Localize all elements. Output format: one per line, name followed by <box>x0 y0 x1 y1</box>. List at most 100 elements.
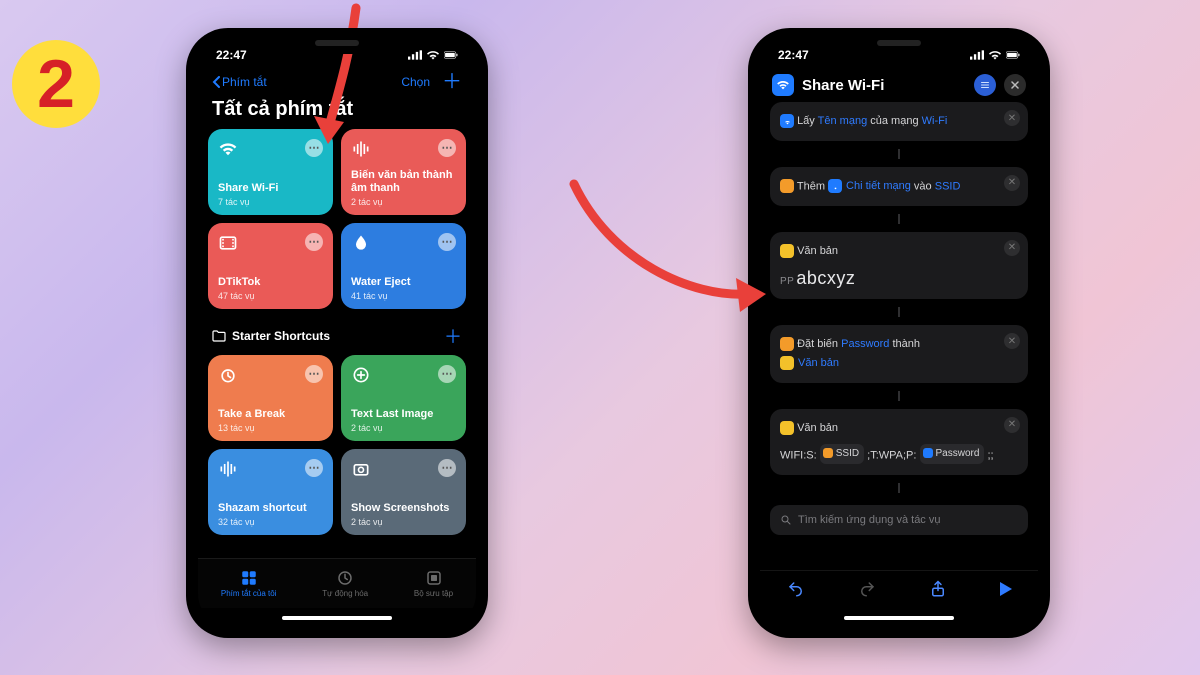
shortcut-dtiktok[interactable]: DTikTok 47 tác vụ <box>208 223 333 309</box>
tab-my-shortcuts[interactable]: Phím tắt của tôi <box>221 569 277 598</box>
remove-action-button[interactable]: ✕ <box>1004 110 1020 126</box>
tile-sub: 13 tác vụ <box>218 423 323 433</box>
tile-more-button[interactable] <box>438 365 456 383</box>
action-set-variable[interactable]: ✕ Đặt biến Password thành Văn bản <box>770 325 1028 383</box>
action-text-qrpayload[interactable]: ✕ Văn bản WIFI:S: SSID ;T:WPA;P: Passwor… <box>770 409 1028 475</box>
signal-icon <box>970 50 984 60</box>
tile-sub: 2 tác vụ <box>351 517 456 527</box>
connector <box>770 483 1028 493</box>
home-indicator[interactable] <box>282 616 392 620</box>
shortcut-tts[interactable]: Biến văn bản thành âm thanh 2 tác vụ <box>341 129 466 215</box>
add-to-folder-button[interactable]: ＋ <box>444 323 462 349</box>
redo-button[interactable] <box>858 580 876 598</box>
screen-left: 22:47 Phím tắt Chọn ＋ Tất cả phím tắt <box>198 40 476 626</box>
annotation-arrow-right <box>550 170 780 330</box>
variable-chip-icon <box>780 337 794 351</box>
select-button[interactable]: Chọn <box>401 75 430 89</box>
tile-sub: 32 tác vụ <box>218 517 323 527</box>
undo-button[interactable] <box>787 580 805 598</box>
editor-title: Share Wi-Fi <box>802 77 966 94</box>
remove-action-button[interactable]: ✕ <box>1004 417 1020 433</box>
tile-sub: 2 tác vụ <box>351 197 456 207</box>
timer-icon <box>218 365 238 390</box>
tile-more-button[interactable] <box>438 459 456 477</box>
token-password-var[interactable]: Password <box>841 338 889 350</box>
connector <box>770 149 1028 159</box>
action-get-network-name[interactable]: ✕ Lấy Tên mạng của mạng Wi-Fi <box>770 102 1028 141</box>
tile-sub: 41 tác vụ <box>351 291 456 301</box>
close-button[interactable] <box>1004 74 1026 96</box>
text-chip-icon <box>780 244 794 258</box>
search-icon <box>780 514 792 526</box>
home-indicator[interactable] <box>844 616 954 620</box>
phone-left: 22:47 Phím tắt Chọn ＋ Tất cả phím tắt <box>186 28 488 638</box>
token-text-ref[interactable]: Văn bản <box>780 354 839 373</box>
tile-more-button[interactable] <box>305 233 323 251</box>
gallery-icon <box>425 569 443 587</box>
tile-sub: 2 tác vụ <box>351 423 456 433</box>
tile-more-button[interactable] <box>305 139 323 157</box>
search-input[interactable]: Tìm kiếm ứng dụng và tác vụ <box>770 505 1028 535</box>
waveform-icon <box>351 139 371 164</box>
action-list: ✕ Lấy Tên mạng của mạng Wi-Fi ✕ Thêm Chi… <box>760 102 1038 499</box>
share-button[interactable] <box>929 580 947 598</box>
phone-notch <box>829 28 969 54</box>
action-text-password[interactable]: ✕ Văn bản PPabcxyz <box>770 232 1028 300</box>
shortcut-show-screenshots[interactable]: Show Screenshots 2 tác vụ <box>341 449 466 535</box>
signal-icon <box>408 50 422 60</box>
text-input[interactable]: PPabcxyz <box>780 268 1018 289</box>
grid-icon <box>240 569 258 587</box>
waveform-icon <box>218 459 238 484</box>
tab-gallery[interactable]: Bộ sưu tập <box>414 569 453 598</box>
connector <box>770 214 1028 224</box>
tab-automation[interactable]: Tự động hóa <box>322 569 368 598</box>
tab-bar: Phím tắt của tôi Tự động hóa Bộ sưu tập <box>198 558 476 608</box>
shortcut-share-wifi[interactable]: Share Wi-Fi 7 tác vụ <box>208 129 333 215</box>
shortcut-water-eject[interactable]: Water Eject 41 tác vụ <box>341 223 466 309</box>
add-shortcut-button[interactable]: ＋ <box>442 72 462 92</box>
connector <box>770 307 1028 317</box>
connector <box>770 391 1028 401</box>
wifi-icon <box>426 50 440 60</box>
token-network-detail[interactable]: Chi tiết mạng <box>828 177 911 196</box>
text-chip-icon <box>780 421 794 435</box>
shortcut-wifi-icon <box>772 74 794 96</box>
screen-right: 22:47 Share Wi-Fi ✕ Lấy Tên mạng của mạn… <box>760 40 1038 626</box>
back-button[interactable]: Phím tắt <box>212 75 267 89</box>
tile-more-button[interactable] <box>305 459 323 477</box>
pill-ssid[interactable]: SSID <box>820 444 864 464</box>
tile-name: Biến văn bản thành âm thanh <box>351 169 456 195</box>
pill-password[interactable]: Password <box>920 444 985 464</box>
remove-action-button[interactable]: ✕ <box>1004 240 1020 256</box>
token-network-name[interactable]: Tên mạng <box>818 115 868 127</box>
shortcut-text-last-image[interactable]: Text Last Image 2 tác vụ <box>341 355 466 441</box>
plus-circle-icon <box>351 365 371 390</box>
wifi-chip-icon <box>780 114 794 128</box>
tile-name: Show Screenshots <box>351 502 456 515</box>
tab-label: Tự động hóa <box>322 589 368 598</box>
settings-button[interactable] <box>974 74 996 96</box>
back-label: Phím tắt <box>222 75 267 89</box>
qr-payload-line[interactable]: WIFI:S: SSID ;T:WPA;P: Password ;; <box>780 444 1018 465</box>
tile-name: Take a Break <box>218 408 323 421</box>
shortcut-grid: Share Wi-Fi 7 tác vụ Biến văn bản thành … <box>198 129 476 309</box>
step-badge: 2 <box>12 40 100 128</box>
search-placeholder: Tìm kiếm ứng dụng và tác vụ <box>798 514 940 526</box>
nav-row: Phím tắt Chọn ＋ <box>198 70 476 96</box>
shortcut-shazam[interactable]: Shazam shortcut 32 tác vụ <box>208 449 333 535</box>
drop-icon <box>351 233 371 258</box>
tile-more-button[interactable] <box>438 233 456 251</box>
tile-more-button[interactable] <box>305 365 323 383</box>
run-button[interactable] <box>1000 582 1012 596</box>
tab-label: Bộ sưu tập <box>414 589 453 598</box>
status-icons <box>408 50 458 60</box>
remove-action-button[interactable]: ✕ <box>1004 175 1020 191</box>
token-ssid[interactable]: SSID <box>935 180 961 192</box>
starter-grid: Take a Break 13 tác vụ Text Last Image 2… <box>198 355 476 535</box>
wifi-icon <box>218 139 238 164</box>
action-add-network-detail[interactable]: ✕ Thêm Chi tiết mạng vào SSID <box>770 167 1028 206</box>
tile-name: Water Eject <box>351 276 456 289</box>
shortcut-take-break[interactable]: Take a Break 13 tác vụ <box>208 355 333 441</box>
tile-more-button[interactable] <box>438 139 456 157</box>
folder-icon <box>212 330 226 342</box>
